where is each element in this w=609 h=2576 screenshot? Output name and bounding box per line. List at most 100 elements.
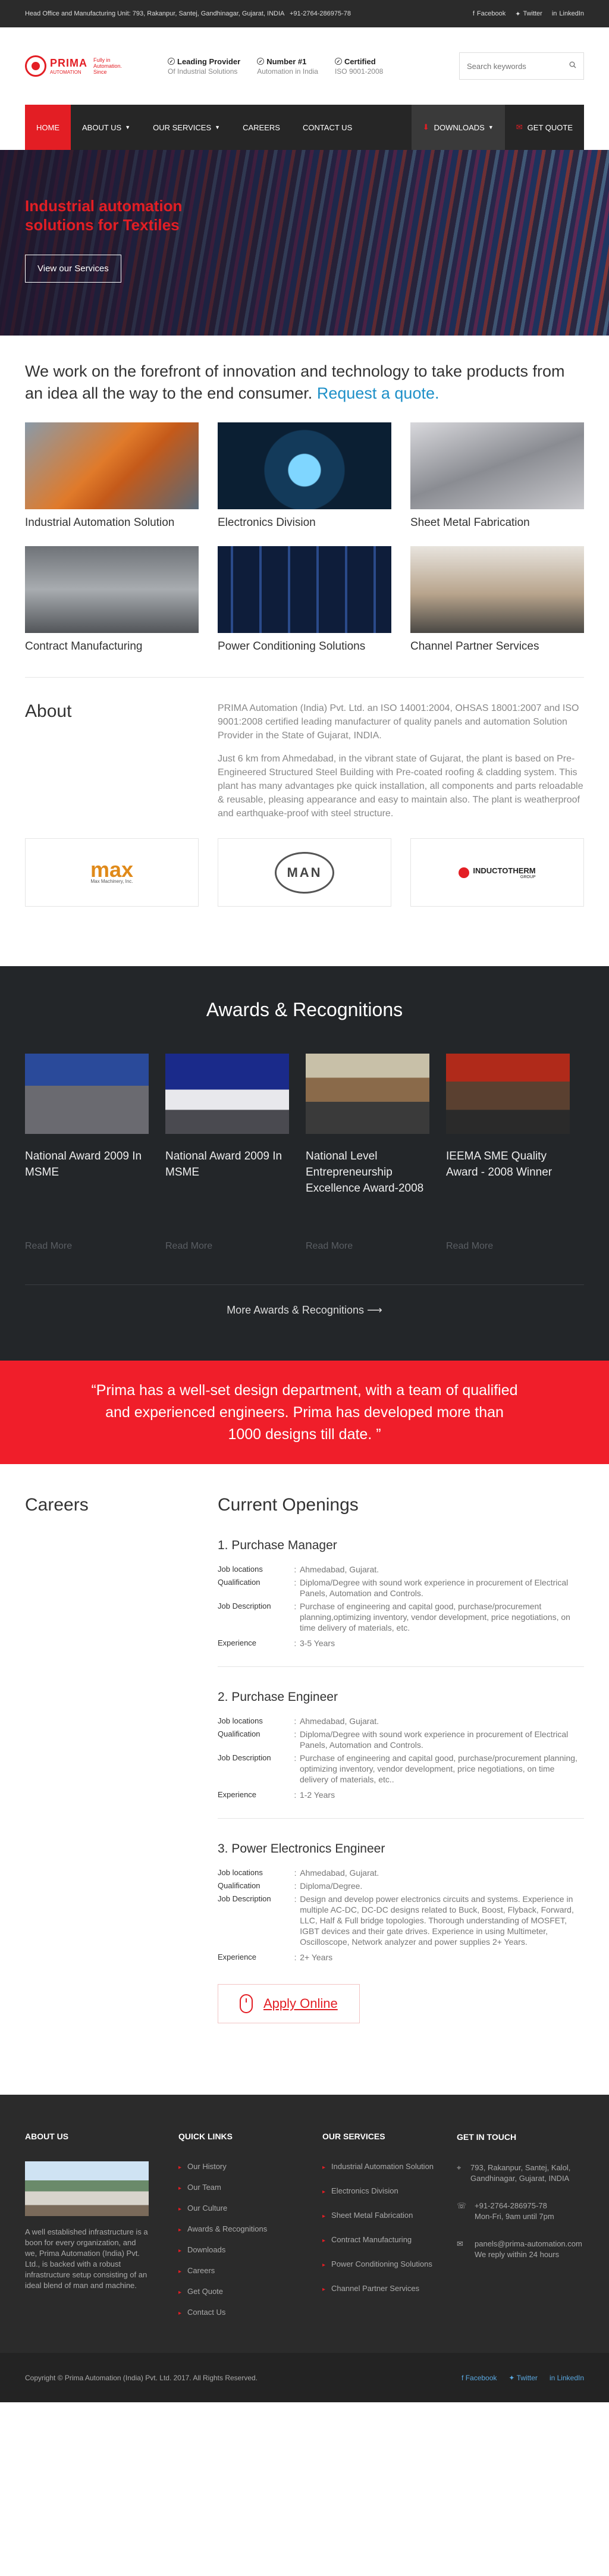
award-photo[interactable] bbox=[165, 1054, 289, 1134]
job-title: 2. Purchase Engineer bbox=[218, 1690, 338, 1704]
footer-link[interactable]: ▸ Get Quote bbox=[178, 2286, 322, 2298]
read-more-link[interactable]: Read More bbox=[25, 1241, 149, 1252]
arrow-right-icon: ⟶ bbox=[367, 1304, 382, 1316]
intro-section: We work on the forefront of innovation a… bbox=[25, 336, 584, 422]
arrow-icon: ▸ bbox=[178, 2164, 182, 2171]
view-services-button[interactable]: View our Services bbox=[25, 255, 121, 283]
footer-service-link[interactable]: ▸ Electronics Division bbox=[322, 2186, 457, 2197]
client-man[interactable]: MAN bbox=[218, 838, 391, 907]
download-icon: ⬇ bbox=[422, 123, 429, 131]
nav-get-quote[interactable]: ✉ GET QUOTE bbox=[505, 105, 584, 150]
linkedin-link[interactable]: in LinkedIn bbox=[552, 10, 584, 18]
service-card[interactable]: Industrial Automation Solution bbox=[25, 422, 199, 529]
footer-quick-links: QUICK LINKS ▸ Our History ▸ Our Team ▸ Our … bbox=[178, 2132, 322, 2328]
arrow-icon: ▸ bbox=[178, 2206, 182, 2213]
footer-service-link[interactable]: ▸ Power Conditioning Solutions bbox=[322, 2259, 457, 2270]
nav-our-services[interactable]: OUR SERVICES ▼ bbox=[142, 105, 231, 150]
careers-section: Careers Current Openings 1. Purchase Man… bbox=[25, 1464, 584, 2059]
company-logo[interactable]: PRIMA AUTOMATION Fully in Automation. Si… bbox=[25, 55, 162, 77]
footer-service-link[interactable]: ▸ Channel Partner Services bbox=[322, 2283, 457, 2295]
factory-image bbox=[25, 2161, 149, 2216]
footer-link[interactable]: ▸ Our Culture bbox=[178, 2203, 322, 2214]
job-listing: 2. Purchase Engineer Job locations: Ahmed… bbox=[218, 1690, 584, 1819]
badge-leading-provider: ✓ Leading Provider Of Industrial Solution… bbox=[168, 57, 241, 76]
intro-text: We work on the forefront of innovation a… bbox=[25, 362, 565, 402]
arrow-icon: ▸ bbox=[322, 2213, 326, 2220]
award-photo[interactable] bbox=[446, 1054, 570, 1134]
footer-service-link[interactable]: ▸ Sheet Metal Fabrication bbox=[322, 2210, 457, 2221]
footer-link[interactable]: ▸ Awards & Recognitions bbox=[178, 2224, 322, 2235]
read-more-link[interactable]: Read More bbox=[165, 1241, 289, 1252]
footer-link[interactable]: ▸ Downloads bbox=[178, 2245, 322, 2256]
search-icon[interactable] bbox=[569, 61, 576, 71]
search-box bbox=[459, 52, 584, 80]
head-office-address: Head Office and Manufacturing Unit: 793,… bbox=[25, 10, 284, 17]
hero-title: Industrial automation solutions for Text… bbox=[25, 197, 183, 234]
check-circle-icon: ✓ bbox=[168, 58, 175, 65]
mail-icon: ✉ bbox=[457, 2239, 463, 2248]
careers-heading: Careers bbox=[25, 1495, 89, 1515]
badge-certified: ✓ Certified ISO 9001-2008 bbox=[334, 57, 384, 76]
cart-icon: ✉ bbox=[516, 123, 523, 131]
inductotherm-logo-icon bbox=[459, 867, 470, 878]
current-openings-heading: Current Openings bbox=[218, 1495, 359, 1515]
footer-services: OUR SERVICES ▸ Industrial Automation Solu… bbox=[322, 2132, 457, 2328]
hero-banner: Industrial automation solutions for Text… bbox=[0, 150, 609, 336]
logo-name: PRIMA bbox=[50, 57, 87, 69]
search-input[interactable] bbox=[467, 61, 556, 71]
nav-careers[interactable]: CAREERS bbox=[231, 105, 291, 150]
main-nav: HOME ABOUT US ▼ OUR SERVICES ▼ CAREERS CON… bbox=[25, 105, 584, 150]
caret-down-icon: ▼ bbox=[125, 124, 131, 130]
awards-section: Awards & Recognitions National Award 200… bbox=[0, 966, 609, 1361]
nav-home[interactable]: HOME bbox=[25, 105, 71, 150]
footer-link[interactable]: ▸ Contact Us bbox=[178, 2307, 322, 2318]
top-social-links: f Facebook ✦ Twitter in LinkedIn bbox=[473, 10, 584, 18]
about-paragraph: Just 6 km from Ahmedabad, in the vibrant… bbox=[218, 754, 583, 819]
facebook-link[interactable]: f Facebook bbox=[462, 2374, 497, 2382]
twitter-icon: ✦ bbox=[515, 10, 521, 18]
footer-link[interactable]: ▸ Our Team bbox=[178, 2182, 322, 2193]
service-card[interactable]: Channel Partner Services bbox=[410, 546, 584, 653]
client-inductotherm[interactable]: INDUCTOTHERM GROUP bbox=[410, 838, 584, 907]
nav-about-us[interactable]: ABOUT US ▼ bbox=[71, 105, 142, 150]
arrow-icon: ▸ bbox=[322, 2164, 326, 2171]
logo-tagline: Fully in Automation. Since bbox=[93, 57, 123, 75]
nav-downloads[interactable]: ⬇ DOWNLOADS ▼ bbox=[411, 105, 505, 150]
service-card[interactable]: Contract Manufacturing bbox=[25, 546, 199, 653]
footer-service-link[interactable]: ▸ Contract Manufacturing bbox=[322, 2235, 457, 2246]
facebook-icon: f bbox=[472, 10, 475, 17]
twitter-link[interactable]: ✦ Twitter bbox=[515, 10, 542, 18]
service-card[interactable]: Sheet Metal Fabrication bbox=[410, 422, 584, 529]
footer-service-link[interactable]: ▸ Industrial Automation Solution bbox=[322, 2161, 457, 2173]
award-card: IEEMA SME Quality Award - 2008 Winner Re… bbox=[446, 1054, 570, 1252]
footer-contact: GET IN TOUCH ⌖ 793, Rakanpur, Santej, Kal… bbox=[457, 2132, 582, 2259]
read-more-link[interactable]: Read More bbox=[446, 1241, 570, 1252]
nav-contact-us[interactable]: CONTACT US bbox=[291, 105, 363, 150]
footer-link[interactable]: ▸ Our History bbox=[178, 2161, 322, 2173]
logo-icon bbox=[25, 55, 46, 77]
facebook-link[interactable]: f Facebook bbox=[473, 10, 506, 18]
design-quote: “Prima has a well-set design department,… bbox=[0, 1361, 609, 1464]
arrow-icon: ▸ bbox=[322, 2286, 326, 2293]
linkedin-link[interactable]: in LinkedIn bbox=[550, 2374, 584, 2382]
twitter-link[interactable]: ✦ Twitter bbox=[508, 2374, 538, 2382]
badge-number-one: ✓ Number #1 Automation in India bbox=[257, 57, 318, 76]
service-card[interactable]: Power Conditioning Solutions bbox=[218, 546, 391, 653]
award-photo[interactable] bbox=[306, 1054, 429, 1134]
client-max-machinery[interactable]: max Max Machinery, Inc. bbox=[25, 838, 199, 907]
award-photo[interactable] bbox=[25, 1054, 149, 1134]
footer-phone[interactable]: +91-2764-286975-78 bbox=[475, 2201, 554, 2211]
arrow-icon: ▸ bbox=[178, 2289, 182, 2296]
read-more-link[interactable]: Read More bbox=[306, 1241, 429, 1252]
footer-link[interactable]: ▸ Careers bbox=[178, 2265, 322, 2277]
footer-email[interactable]: panels@prima-automation.com bbox=[475, 2239, 582, 2249]
top-bar-phone[interactable]: +91-2764-286975-78 bbox=[290, 10, 351, 17]
facebook-icon: f bbox=[462, 2373, 464, 2382]
request-quote-link[interactable]: Request a quote. bbox=[317, 384, 440, 402]
site-footer: ABOUT US A well established infrastructu… bbox=[0, 2095, 609, 2353]
apply-online-button[interactable]: Apply Online bbox=[218, 1984, 360, 2023]
top-bar-contact: Head Office and Manufacturing Unit: 793,… bbox=[25, 10, 351, 17]
arrow-icon: ▸ bbox=[178, 2268, 182, 2275]
more-awards-link[interactable]: More Awards & Recognitions ⟶ bbox=[25, 1285, 584, 1361]
service-card[interactable]: Electronics Division bbox=[218, 422, 391, 529]
